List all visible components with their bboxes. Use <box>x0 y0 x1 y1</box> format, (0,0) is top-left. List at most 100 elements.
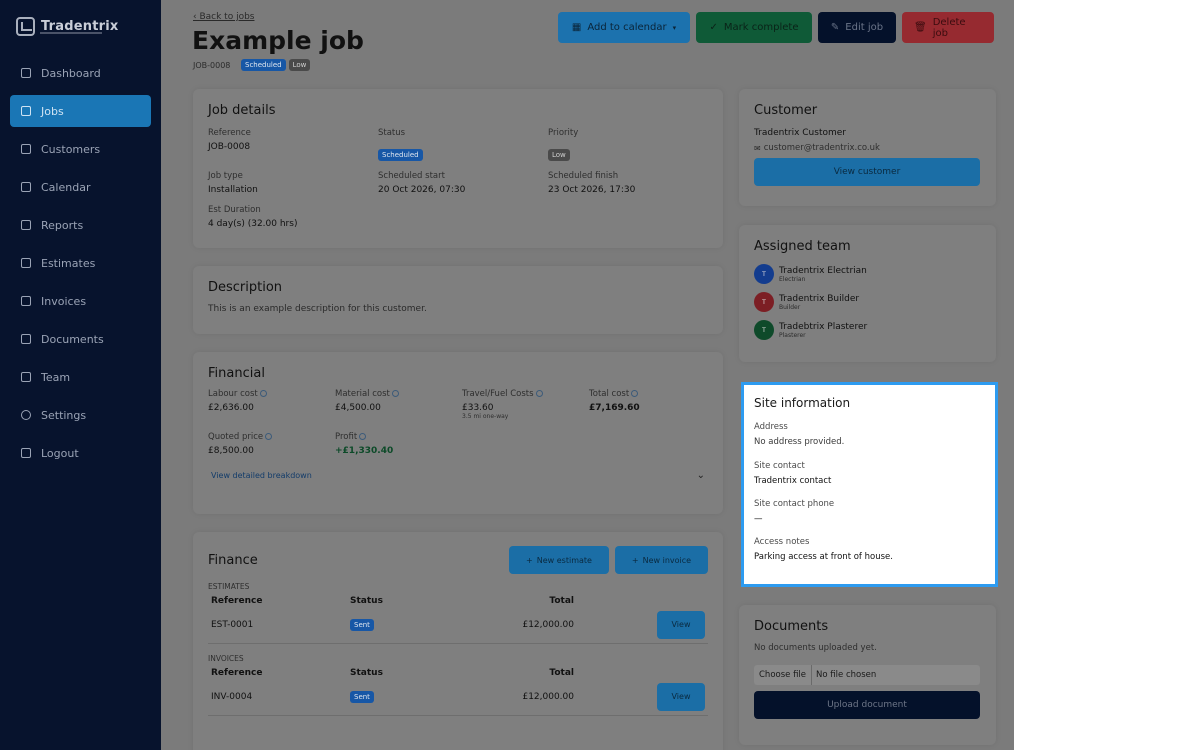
estimate-reference: EST-0001 <box>211 619 254 630</box>
field-reference: Reference JOB-0008 <box>208 128 378 161</box>
mark-complete-button[interactable]: ✓ Mark complete <box>696 12 812 43</box>
new-estimate-button[interactable]: + New estimate <box>509 546 609 574</box>
site-contact-value: Tradentrix contact <box>754 476 832 486</box>
sidebar-item-label: Documents <box>41 332 104 346</box>
delete-job-button[interactable]: 🗑 Delete job <box>902 12 994 43</box>
job-details-card: Job details Reference JOB-0008 Status Sche… <box>193 89 723 248</box>
site-information-card: Site information Address No address prov… <box>741 382 998 587</box>
main-content: ‹ Back to jobs Example job JOB-0008 Sche… <box>161 0 1014 750</box>
sidebar-item-dashboard[interactable]: Dashboard <box>10 57 151 89</box>
choose-file-button[interactable]: Choose file <box>754 665 813 685</box>
invoice-total: £12,000.00 <box>522 691 574 702</box>
sidebar-nav: Dashboard Jobs Customers Calendar Report… <box>10 57 151 475</box>
field-value: JOB-0008 <box>208 142 251 152</box>
documents-empty-text: No documents uploaded yet. <box>754 643 877 653</box>
assigned-team-card: Assigned team T Tradentrix Electrian Elec… <box>739 225 996 362</box>
info-icon[interactable] <box>535 390 543 397</box>
field-label: Scheduled finish <box>548 171 619 181</box>
calendar-icon <box>21 182 31 192</box>
field-value: +£1,330.40 <box>335 446 394 456</box>
field-priority: Priority Low <box>548 128 718 161</box>
field-value: £2,636.00 <box>208 403 254 413</box>
info-icon[interactable] <box>391 390 399 397</box>
delete-job-label: Delete job <box>932 16 966 39</box>
sidebar-item-documents[interactable]: Documents <box>10 323 151 355</box>
field-value: 20 Oct 2026, 07:30 <box>378 185 466 195</box>
financial-title: Financial <box>208 366 265 381</box>
add-to-calendar-button[interactable]: ▦ Add to calendar ▾ <box>558 12 690 43</box>
sidebar-item-label: Estimates <box>41 256 96 270</box>
member-role: Plasterer <box>779 331 806 339</box>
column-header: Reference <box>211 668 263 678</box>
finance-header: Finance + New estimate + New invoice <box>208 546 708 574</box>
finance-card: Finance + New estimate + New invoice ESTIM… <box>193 532 723 750</box>
sidebar-item-reports[interactable]: Reports <box>10 209 151 241</box>
team-member[interactable]: T Tradentrix Builder Builder <box>754 292 981 312</box>
status-badge: Scheduled <box>241 59 286 71</box>
view-breakdown-link[interactable]: View detailed breakdown <box>211 471 312 480</box>
file-icon <box>21 258 31 268</box>
info-icon[interactable] <box>265 433 273 440</box>
customer-email[interactable]: customer@tradentrix.co.uk <box>764 143 880 153</box>
info-icon[interactable] <box>259 390 267 397</box>
field-est-duration: Est Duration 4 day(s) (32.00 hrs) <box>208 205 378 229</box>
sidebar-item-label: Calendar <box>41 180 91 194</box>
sidebar-item-jobs[interactable]: Jobs <box>10 95 151 127</box>
view-invoice-button[interactable]: View <box>657 682 705 711</box>
material-cost-label: Material cost <box>335 389 390 399</box>
back-link-label: Back to jobs <box>199 12 255 22</box>
sidebar-item-calendar[interactable]: Calendar <box>10 171 151 203</box>
member-name: Tradentrix Electrian <box>779 265 867 276</box>
sidebar-item-invoices[interactable]: Invoices <box>10 285 151 317</box>
invoices-table-header: Reference Status Total <box>208 668 708 678</box>
check-icon: ✓ <box>709 22 718 33</box>
sidebar-item-settings[interactable]: Settings <box>10 399 151 431</box>
sidebar-item-estimates[interactable]: Estimates <box>10 247 151 279</box>
sidebar-item-label: Team <box>41 370 71 384</box>
field-value: £33.60 <box>462 403 494 413</box>
chevron-down-icon[interactable]: ⌄ <box>697 470 705 481</box>
documents-card: Documents No documents uploaded yet. Cho… <box>739 605 996 745</box>
info-icon[interactable] <box>631 390 639 397</box>
total-cost: Total cost £7,169.60 <box>589 389 716 420</box>
mark-complete-label: Mark complete <box>723 22 799 33</box>
sidebar-item-label: Customers <box>41 142 101 156</box>
member-name: Tradentrix Builder <box>779 293 860 304</box>
trash-icon: 🗑 <box>914 22 927 33</box>
address-value: No address provided. <box>754 437 845 447</box>
bar-chart-icon <box>21 220 31 230</box>
sidebar-item-label: Reports <box>41 218 84 232</box>
plus-icon: + <box>631 555 639 565</box>
financial-grid: Labour cost £2,636.00 Material cost £4,500… <box>208 389 708 456</box>
assigned-team-title: Assigned team <box>754 239 851 254</box>
view-estimate-button[interactable]: View <box>657 610 705 639</box>
sidebar-item-customers[interactable]: Customers <box>10 133 151 165</box>
table-row: INV-0004 Sent £12,000.00 View <box>208 678 708 716</box>
edit-job-label: Edit job <box>845 22 884 33</box>
field-scheduled-start: Scheduled start 20 Oct 2026, 07:30 <box>378 171 548 195</box>
upload-document-button[interactable]: Upload document <box>754 691 980 719</box>
column-header: Status <box>350 668 383 678</box>
edit-job-button[interactable]: ✎ Edit job <box>818 12 896 43</box>
avatar: T <box>754 320 774 340</box>
team-member[interactable]: T Tradentrix Electrian Electrian <box>754 264 981 284</box>
new-invoice-button[interactable]: + New invoice <box>615 546 708 574</box>
sidebar-item-team[interactable]: Team <box>10 361 151 393</box>
estimates-section-label: ESTIMATES <box>208 582 250 591</box>
avatar: T <box>754 264 774 284</box>
sidebar-item-logout[interactable]: Logout <box>10 437 151 469</box>
team-member[interactable]: T Tradebtrix Plasterer Plasterer <box>754 320 981 340</box>
travel-cost: Travel/Fuel Costs £33.60 3.5 mi one-way <box>462 389 589 420</box>
view-customer-button[interactable]: View customer <box>754 158 980 186</box>
new-estimate-label: New estimate <box>536 555 592 565</box>
field-label: Scheduled start <box>378 171 445 181</box>
mail-icon: ✉ <box>754 143 761 153</box>
calendar-icon: ▦ <box>571 22 582 33</box>
back-to-jobs-link[interactable]: ‹ Back to jobs <box>193 12 254 22</box>
chevron-down-icon: ▾ <box>672 23 677 32</box>
job-id: JOB-0008 <box>193 61 231 70</box>
info-icon[interactable] <box>359 433 367 440</box>
priority-badge: Low <box>548 149 570 161</box>
file-input[interactable]: Choose file No file chosen <box>754 665 980 685</box>
field-label: Quoted price <box>208 432 335 442</box>
